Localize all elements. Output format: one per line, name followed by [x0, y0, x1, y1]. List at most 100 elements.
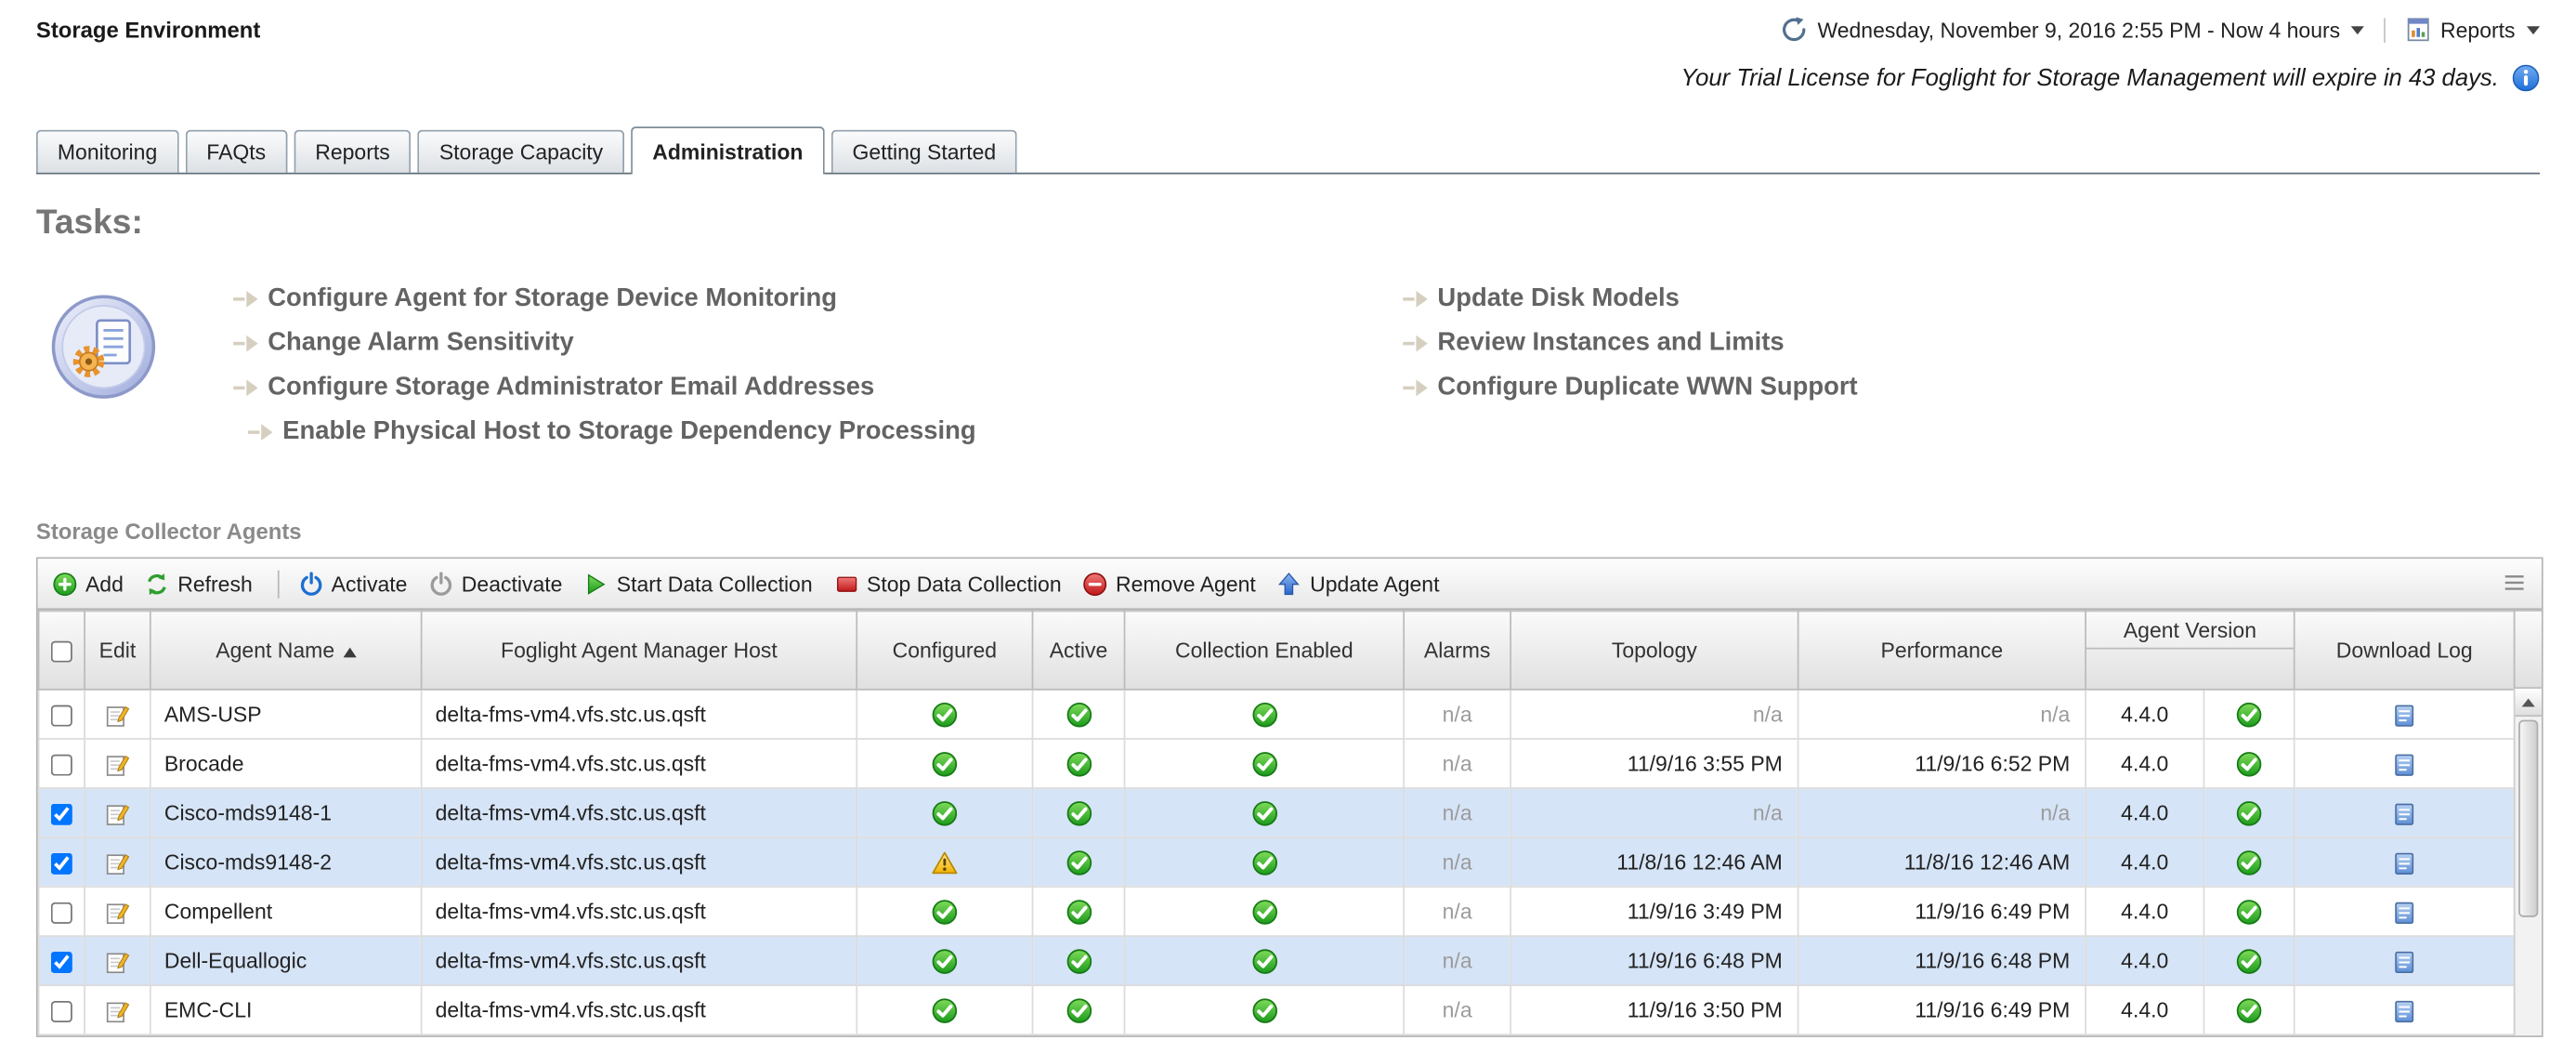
download-log-icon[interactable]	[2392, 949, 2417, 974]
download-log-cell	[2295, 739, 2515, 788]
info-icon[interactable]	[2512, 64, 2540, 92]
column-header-host[interactable]: Foglight Agent Manager Host	[422, 611, 857, 690]
column-header-agent-name[interactable]: Agent Name	[150, 611, 422, 690]
reports-icon[interactable]	[2406, 17, 2432, 43]
table-row[interactable]: AMS-USPdelta-fms-vm4.vfs.stc.us.qsftn/an…	[39, 690, 2515, 739]
edit-icon[interactable]	[105, 703, 130, 728]
time-range-icon[interactable]	[1782, 17, 1808, 43]
column-header-collection-enabled[interactable]: Collection Enabled	[1125, 611, 1405, 690]
task-link[interactable]: Enable Physical Host to Storage Dependen…	[248, 409, 1403, 454]
scroll-up-arrow-icon	[2522, 698, 2535, 706]
edit-icon[interactable]	[105, 801, 130, 826]
table-row[interactable]: Compellentdelta-fms-vm4.vfs.stc.us.qsftn…	[39, 887, 2515, 936]
task-arrow-icon	[248, 423, 273, 440]
collection-enabled-cell	[1125, 985, 1405, 1034]
edit-icon[interactable]	[105, 850, 130, 875]
reports-menu[interactable]: Reports	[2440, 18, 2516, 43]
download-log-cell	[2295, 936, 2515, 985]
table-row[interactable]: Cisco-mds9148-1delta-fms-vm4.vfs.stc.us.…	[39, 788, 2515, 837]
time-range-caret-icon[interactable]	[2352, 25, 2365, 33]
agents-table-body: AMS-USPdelta-fms-vm4.vfs.stc.us.qsftn/an…	[39, 690, 2515, 1034]
agent-name-cell: EMC-CLI	[150, 985, 422, 1034]
download-log-icon[interactable]	[2392, 703, 2417, 728]
stop-data-collection-button[interactable]: Stop Data Collection	[834, 572, 1062, 597]
row-checkbox[interactable]	[51, 853, 72, 875]
table-row[interactable]: EMC-CLIdelta-fms-vm4.vfs.stc.us.qsftn/a1…	[39, 985, 2515, 1034]
row-checkbox[interactable]	[51, 705, 72, 727]
deactivate-button[interactable]: Deactivate	[428, 572, 562, 597]
download-log-icon[interactable]	[2392, 850, 2417, 875]
status-ok-icon	[1066, 702, 1092, 728]
task-link[interactable]: Configure Agent for Storage Device Monit…	[233, 276, 1403, 321]
agent-version-cell: 4.4.0	[2086, 887, 2203, 936]
edit-icon[interactable]	[105, 900, 130, 925]
task-link[interactable]: Configure Duplicate WWN Support	[1403, 365, 1857, 410]
row-checkbox[interactable]	[51, 902, 72, 924]
edit-icon[interactable]	[105, 752, 130, 777]
column-header-active[interactable]: Active	[1032, 611, 1124, 690]
tasks-heading: Tasks:	[36, 204, 2540, 243]
edit-icon[interactable]	[105, 949, 130, 974]
column-header-download-log[interactable]: Download Log	[2295, 611, 2515, 690]
task-link[interactable]: Review Instances and Limits	[1403, 321, 1857, 365]
tab-monitoring[interactable]: Monitoring	[36, 130, 178, 173]
status-ok-icon	[2236, 751, 2262, 777]
start-data-collection-button[interactable]: Start Data Collection	[583, 572, 812, 597]
download-log-icon[interactable]	[2392, 752, 2417, 777]
edit-icon[interactable]	[105, 998, 130, 1023]
table-scrollbar[interactable]	[2514, 689, 2542, 1035]
download-log-icon[interactable]	[2392, 801, 2417, 826]
row-checkbox[interactable]	[51, 952, 72, 973]
tab-storage-capacity[interactable]: Storage Capacity	[418, 130, 624, 173]
scrollbar-thumb[interactable]	[2518, 720, 2538, 917]
row-checkbox[interactable]	[51, 1001, 72, 1022]
agent-name-cell: Compellent	[150, 887, 422, 936]
column-header-topology[interactable]: Topology	[1510, 611, 1798, 690]
column-header-configured[interactable]: Configured	[856, 611, 1032, 690]
tab-faqts[interactable]: FAQts	[185, 130, 287, 173]
update-agent-button[interactable]: Update Agent	[1277, 572, 1440, 597]
status-ok-icon	[932, 899, 958, 925]
date-value: 11/9/16 3:49 PM	[1628, 899, 1783, 924]
column-header-performance[interactable]: Performance	[1798, 611, 2086, 690]
status-ok-icon	[932, 997, 958, 1023]
task-link[interactable]: Configure Storage Administrator Email Ad…	[233, 365, 1403, 410]
remove-icon	[1083, 572, 1108, 597]
customizer-icon[interactable]	[2502, 569, 2527, 599]
configured-cell	[856, 690, 1032, 739]
download-log-cell	[2295, 690, 2515, 739]
agent-version-cell: 4.4.0	[2086, 837, 2203, 887]
column-header-edit[interactable]: Edit	[85, 611, 150, 690]
table-row[interactable]: Cisco-mds9148-2delta-fms-vm4.vfs.stc.us.…	[39, 837, 2515, 887]
tab-getting-started[interactable]: Getting Started	[831, 130, 1018, 173]
collection-enabled-cell	[1125, 690, 1405, 739]
remove-agent-button[interactable]: Remove Agent	[1083, 572, 1256, 597]
tab-administration[interactable]: Administration	[631, 126, 824, 174]
add-button[interactable]: Add	[53, 572, 124, 597]
select-all-checkbox[interactable]	[51, 641, 72, 663]
reports-caret-icon[interactable]	[2527, 25, 2540, 33]
status-ok-icon	[1066, 899, 1092, 925]
activate-button[interactable]: Activate	[298, 572, 407, 597]
table-row[interactable]: Brocadedelta-fms-vm4.vfs.stc.us.qsftn/a1…	[39, 739, 2515, 788]
column-header-alarms[interactable]: Alarms	[1404, 611, 1510, 690]
stop-icon	[834, 572, 859, 597]
download-log-icon[interactable]	[2392, 900, 2417, 925]
time-range-label[interactable]: Wednesday, November 9, 2016 2:55 PM - No…	[1817, 18, 2340, 43]
row-checkbox[interactable]	[51, 755, 72, 776]
tab-reports[interactable]: Reports	[294, 130, 412, 173]
task-link[interactable]: Update Disk Models	[1403, 276, 1857, 321]
task-link[interactable]: Change Alarm Sensitivity	[233, 321, 1403, 365]
download-log-icon[interactable]	[2392, 998, 2417, 1023]
column-header-agent-version[interactable]: Agent Version	[2086, 611, 2295, 690]
refresh-button[interactable]: Refresh	[145, 572, 253, 597]
agents-table-wrap: Edit Agent Name Foglight Agent Manager H…	[38, 610, 2542, 1035]
topology-cell: n/a	[1510, 690, 1798, 739]
performance-cell: n/a	[1798, 788, 2086, 837]
table-row[interactable]: Dell-Equallogicdelta-fms-vm4.vfs.stc.us.…	[39, 936, 2515, 985]
sort-ascending-icon	[343, 648, 356, 658]
row-checkbox[interactable]	[51, 804, 72, 825]
status-warning-icon	[932, 849, 958, 875]
scroll-up-button[interactable]	[2516, 689, 2542, 717]
status-ok-icon	[1251, 899, 1277, 925]
